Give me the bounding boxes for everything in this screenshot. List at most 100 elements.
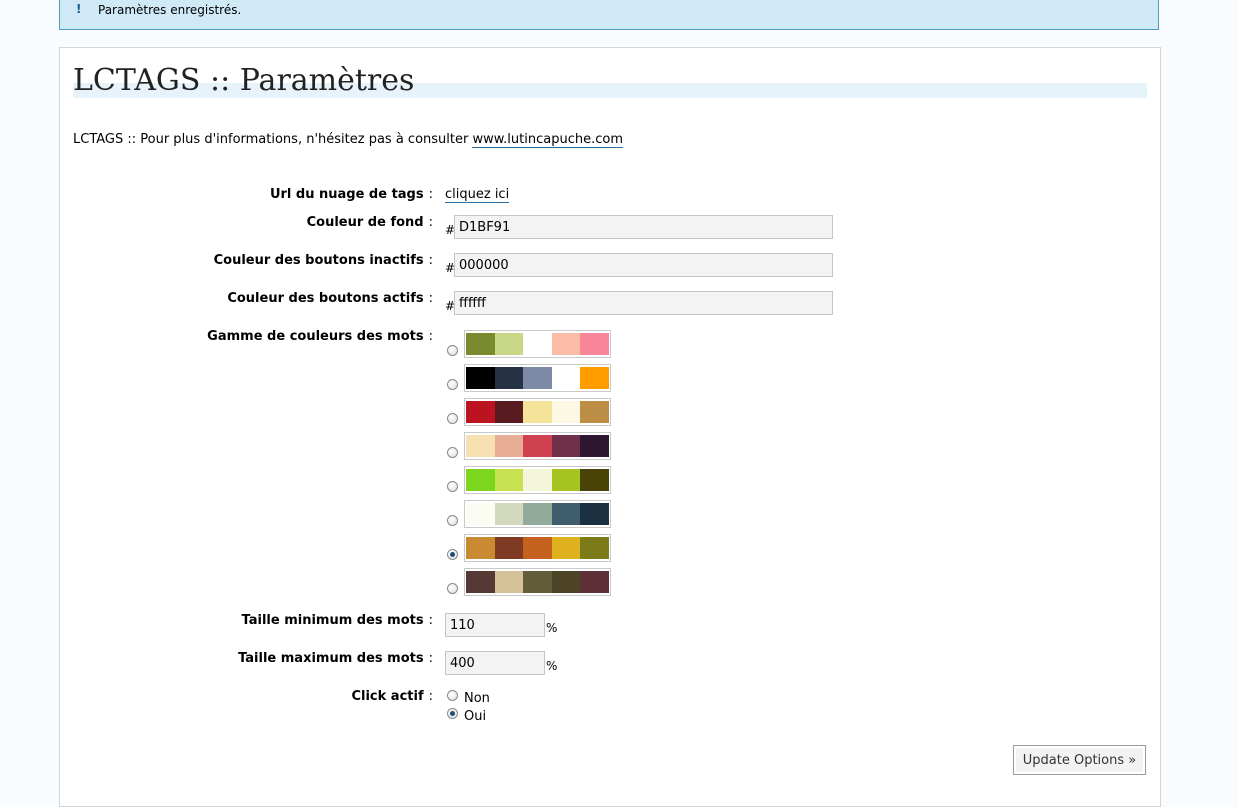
color-swatch — [494, 469, 524, 491]
palette-swatch-row-5[interactable] — [464, 466, 611, 494]
color-swatch — [580, 469, 609, 491]
color-swatch — [523, 571, 552, 593]
color-swatch — [466, 333, 495, 355]
cloud-url-link[interactable]: cliquez ici — [445, 187, 510, 203]
palette-swatch-row-2[interactable] — [464, 364, 611, 392]
palette-radio-5[interactable] — [447, 481, 458, 492]
settings-panel: LCTAGS :: Paramètres LCTAGS :: Pour plus… — [59, 47, 1161, 807]
color-swatch — [523, 367, 552, 389]
color-swatch — [551, 571, 581, 593]
colon: : — [428, 329, 433, 344]
bg-color-input[interactable] — [454, 215, 833, 239]
color-swatch — [466, 367, 495, 389]
color-swatch — [580, 571, 609, 593]
click-label-non: Non — [464, 691, 490, 706]
color-swatch — [523, 435, 552, 457]
color-swatch — [551, 333, 581, 355]
colon: : — [428, 215, 433, 230]
palette-swatch-row-7[interactable] — [464, 534, 611, 562]
active-color-label-text: Couleur des boutons actifs — [227, 291, 424, 306]
color-swatch — [494, 503, 524, 525]
colon: : — [428, 689, 433, 704]
color-swatch — [523, 401, 552, 423]
palette-swatch-row-1[interactable] — [464, 330, 611, 358]
palette-swatch-row-3[interactable] — [464, 398, 611, 426]
min-size-label-text: Taille minimum des mots — [241, 613, 424, 628]
max-size-unit: % — [546, 659, 558, 673]
website-link[interactable]: www.lutincapuche.com — [472, 132, 623, 148]
color-swatch — [494, 435, 524, 457]
click-radio-oui[interactable] — [447, 708, 458, 719]
cloud-url-label-text: Url du nuage de tags — [269, 187, 424, 202]
notice-icon: ! — [76, 2, 82, 16]
palette-radio-8[interactable] — [447, 583, 458, 594]
color-swatch — [580, 435, 609, 457]
color-swatch — [466, 435, 495, 457]
palette-radio-7[interactable] — [447, 549, 458, 560]
color-swatch — [551, 503, 581, 525]
color-swatch — [494, 537, 524, 559]
info-text: LCTAGS :: Pour plus d'informations, n'hé… — [73, 132, 623, 148]
palette-swatch-row-6[interactable] — [464, 500, 611, 528]
color-swatch — [466, 537, 495, 559]
colon: : — [428, 291, 433, 306]
colon: : — [428, 613, 433, 628]
color-swatch — [523, 503, 552, 525]
max-size-input[interactable] — [445, 651, 545, 675]
color-swatch — [551, 537, 581, 559]
click-label-oui: Oui — [464, 709, 487, 724]
click-label-text: Click actif — [351, 689, 424, 704]
color-swatch — [494, 571, 524, 593]
bg-color-label-text: Couleur de fond — [306, 215, 424, 230]
color-swatch — [466, 571, 495, 593]
palette-radio-2[interactable] — [447, 379, 458, 390]
bg-color-label: Couleur de fond: — [307, 215, 433, 230]
info-label: LCTAGS :: Pour plus d'informations, n'hé… — [73, 132, 473, 147]
click-radio-non[interactable] — [447, 690, 458, 701]
palette-swatch-row-4[interactable] — [464, 432, 611, 460]
color-swatch — [494, 401, 524, 423]
color-swatch — [580, 401, 609, 423]
colon: : — [428, 187, 433, 202]
min-size-unit: % — [546, 621, 558, 635]
cloud-url-label: Url du nuage de tags: — [270, 187, 433, 202]
color-swatch — [523, 333, 552, 355]
color-swatch — [551, 469, 581, 491]
color-swatch — [466, 469, 495, 491]
color-swatch — [523, 469, 552, 491]
palette-radio-4[interactable] — [447, 447, 458, 458]
color-swatch — [551, 435, 581, 457]
color-swatch — [466, 401, 495, 423]
max-size-label-text: Taille maximum des mots — [238, 651, 424, 666]
colon: : — [428, 651, 433, 666]
palette-radio-6[interactable] — [447, 515, 458, 526]
color-swatch — [494, 367, 524, 389]
color-swatch — [551, 367, 581, 389]
min-size-label: Taille minimum des mots: — [242, 613, 433, 628]
palette-radio-3[interactable] — [447, 413, 458, 424]
color-swatch — [494, 333, 524, 355]
inactive-color-input[interactable] — [454, 253, 833, 277]
color-swatch — [523, 537, 552, 559]
palette-label-text: Gamme de couleurs des mots — [207, 329, 424, 344]
palette-radio-1[interactable] — [447, 345, 458, 356]
color-swatch — [580, 503, 609, 525]
click-label: Click actif: — [351, 689, 433, 704]
color-swatch — [466, 503, 495, 525]
color-swatch — [580, 537, 609, 559]
active-color-input[interactable] — [454, 291, 833, 315]
color-swatch — [580, 367, 609, 389]
inactive-color-label-text: Couleur des boutons inactifs — [213, 253, 424, 268]
success-notice: ! Paramètres enregistrés. — [59, 0, 1159, 30]
notice-message: Paramètres enregistrés. — [98, 3, 242, 17]
color-swatch — [551, 401, 581, 423]
colon: : — [428, 253, 433, 268]
update-options-button[interactable]: Update Options » — [1013, 745, 1146, 775]
max-size-label: Taille maximum des mots: — [238, 651, 433, 666]
min-size-input[interactable] — [445, 613, 545, 637]
active-color-label: Couleur des boutons actifs: — [227, 291, 433, 306]
inactive-color-label: Couleur des boutons inactifs: — [214, 253, 433, 268]
page-title: LCTAGS :: Paramètres — [73, 63, 415, 98]
color-swatch — [580, 333, 609, 355]
palette-swatch-row-8[interactable] — [464, 568, 611, 596]
